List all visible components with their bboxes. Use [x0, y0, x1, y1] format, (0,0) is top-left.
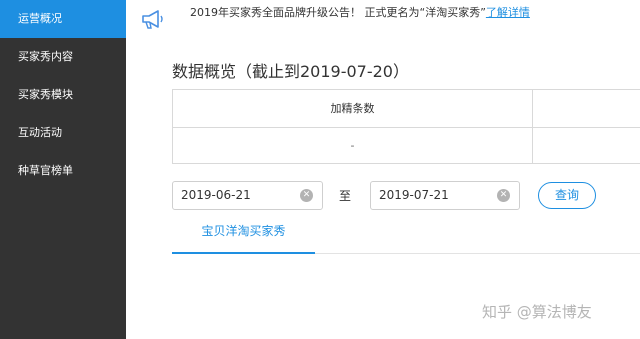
clear-end-date-icon[interactable]: ✕ — [497, 189, 510, 202]
watermark: 知乎 @算法博友 — [482, 303, 592, 321]
date-separator: 至 — [339, 189, 352, 203]
sidebar-item-buyer-show-module[interactable]: 买家秀模块 — [0, 76, 126, 114]
notice-text-line: 2019年买家秀全面品牌升级公告！ 正式更名为“洋淘买家秀”了解详情 — [190, 4, 530, 20]
start-date-value: 2019-06-21 — [181, 188, 251, 202]
stats-column-header-extra — [533, 90, 640, 128]
stats-table: 加精条数 - — [172, 89, 640, 164]
main-content: 2019年买家秀全面品牌升级公告！ 正式更名为“洋淘买家秀”了解详情 数据概览（… — [126, 0, 640, 339]
tab-product-buyer-show[interactable]: 宝贝洋淘买家秀 — [172, 212, 315, 254]
sidebar-item-ranking[interactable]: 种草官榜单 — [0, 152, 126, 190]
tab-bar: 宝贝洋淘买家秀 — [172, 212, 640, 254]
sidebar-item-interactive-events[interactable]: 互动活动 — [0, 114, 126, 152]
notice-details-link[interactable]: 了解详情 — [486, 6, 530, 19]
end-date-input[interactable]: 2019-07-21 ✕ — [370, 181, 520, 210]
sidebar: 运营概况 买家秀内容 买家秀模块 互动活动 种草官榜单 — [0, 0, 126, 339]
megaphone-icon — [142, 10, 163, 29]
notice-text: 2019年买家秀全面品牌升级公告！ 正式更名为“洋淘买家秀” — [190, 6, 486, 19]
stats-column-header: 加精条数 — [173, 90, 533, 128]
query-button[interactable]: 查询 — [538, 182, 596, 209]
page-title: 数据概览（截止到2019-07-20） — [172, 62, 409, 81]
notice-bar: 2019年买家秀全面品牌升级公告！ 正式更名为“洋淘买家秀”了解详情 — [126, 0, 640, 38]
sidebar-item-buyer-show-content[interactable]: 买家秀内容 — [0, 38, 126, 76]
sidebar-item-overview[interactable]: 运营概况 — [0, 0, 126, 38]
end-date-value: 2019-07-21 — [379, 188, 449, 202]
stats-value: - — [173, 128, 533, 164]
clear-start-date-icon[interactable]: ✕ — [300, 189, 313, 202]
start-date-input[interactable]: 2019-06-21 ✕ — [172, 181, 323, 210]
